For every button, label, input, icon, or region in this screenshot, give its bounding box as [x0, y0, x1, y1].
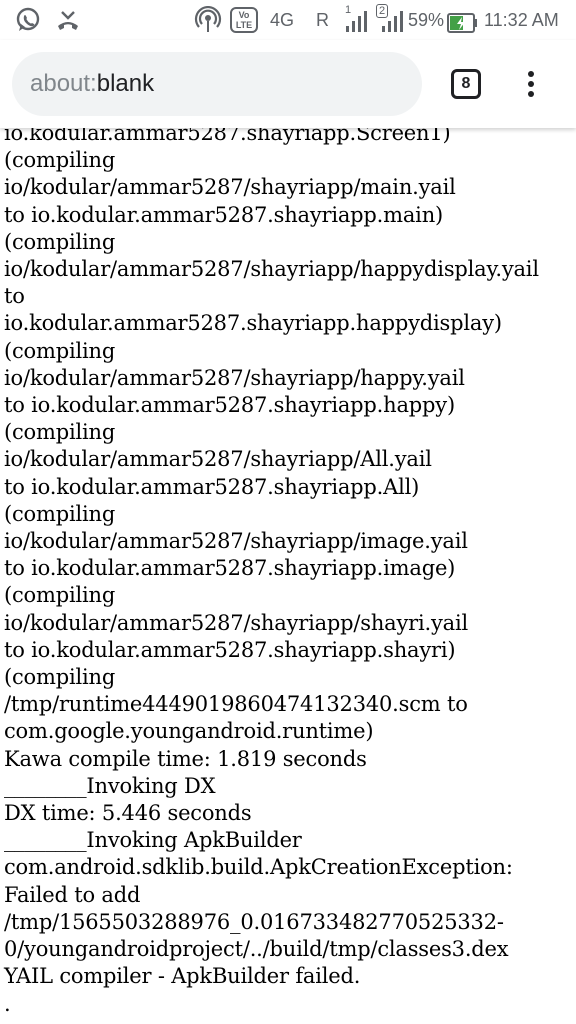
- log-line: to io.kodular.ammar5287.shayriapp.shayri…: [4, 637, 456, 662]
- log-line: DX time: 5.446 seconds: [4, 801, 252, 826]
- hotspot-icon: [194, 6, 222, 34]
- log-line: io/kodular/ammar5287/shayriapp/image.yai…: [4, 529, 468, 554]
- build-log: io.kodular.ammar5287.shayriapp.Screen1)(…: [0, 120, 576, 1018]
- url-bar[interactable]: about:blank: [12, 52, 422, 116]
- menu-dot-icon: [528, 91, 534, 97]
- volte-icon: Vo LTE: [230, 7, 258, 33]
- log-line: io/kodular/ammar5287/shayriapp/happydisp…: [4, 257, 539, 282]
- log-line: Failed to add: [4, 882, 141, 907]
- url-scheme: about:: [30, 70, 97, 97]
- signal-icon: 1: [343, 4, 369, 34]
- battery-percent: 59%: [408, 10, 445, 30]
- log-line: (compiling: [4, 501, 116, 526]
- menu-dot-icon: [528, 71, 534, 77]
- log-line: (compiling: [4, 229, 116, 254]
- log-line: ________Invoking DX: [4, 773, 216, 798]
- log-line: .: [4, 991, 11, 1016]
- status-bar: Vo LTE 4G R 1 2 59% 11:32 AM: [0, 0, 576, 40]
- overflow-menu-button[interactable]: [516, 66, 546, 102]
- log-line: (compiling: [4, 420, 116, 445]
- log-line: (compiling: [4, 148, 116, 173]
- log-line: (compiling: [4, 583, 116, 608]
- page-content[interactable]: io.kodular.ammar5287.shayriapp.Screen1)(…: [0, 120, 576, 1024]
- battery-icon: [447, 9, 479, 37]
- log-line: io/kodular/ammar5287/shayriapp/shayri.ya…: [4, 610, 468, 635]
- clock: 11:32 AM: [484, 10, 559, 30]
- missed-call-icon: [54, 6, 82, 34]
- log-line: com.android.sdklib.build.ApkCreationExce…: [4, 855, 513, 880]
- tab-switcher-button[interactable]: 8: [451, 69, 481, 99]
- log-line: io.kodular.ammar5287.shayriapp.happydisp…: [4, 311, 502, 336]
- roaming-indicator: R: [316, 10, 329, 30]
- log-line: (compiling: [4, 338, 116, 363]
- tab-count: 8: [461, 75, 471, 92]
- log-line: (compiling: [4, 665, 116, 690]
- log-line: /tmp/runtime4449019860474132340.scm to: [4, 692, 468, 717]
- whatsapp-icon: [14, 6, 42, 34]
- log-line: to io.kodular.ammar5287.shayriapp.happy): [4, 393, 455, 418]
- log-line: to: [4, 284, 25, 309]
- log-line: 0/youngandroidproject/../build/tmp/class…: [4, 937, 509, 962]
- log-line: YAIL compiler - ApkBuilder failed.: [4, 964, 361, 989]
- log-line: io/kodular/ammar5287/shayriapp/main.yail: [4, 175, 456, 200]
- log-line: to io.kodular.ammar5287.shayriapp.All): [4, 474, 420, 499]
- signal-sim2-icon: 2: [375, 4, 405, 34]
- log-line: io/kodular/ammar5287/shayriapp/happy.yai…: [4, 365, 465, 390]
- log-line: to io.kodular.ammar5287.shayriapp.main): [4, 202, 444, 227]
- menu-dot-icon: [528, 81, 534, 87]
- url-host: blank: [96, 70, 155, 97]
- log-line: Kawa compile time: 1.819 seconds: [4, 746, 367, 771]
- log-line: to io.kodular.ammar5287.shayriapp.image): [4, 556, 456, 581]
- log-line: ________Invoking ApkBuilder: [4, 828, 302, 853]
- log-line: com.google.youngandroid.runtime): [4, 719, 374, 744]
- browser-toolbar: about:blank 8: [0, 40, 576, 128]
- log-line: io/kodular/ammar5287/shayriapp/All.yail: [4, 447, 432, 472]
- network-type: 4G: [270, 10, 295, 30]
- log-line: /tmp/1565503288976_0.016733482770525332-: [4, 909, 504, 934]
